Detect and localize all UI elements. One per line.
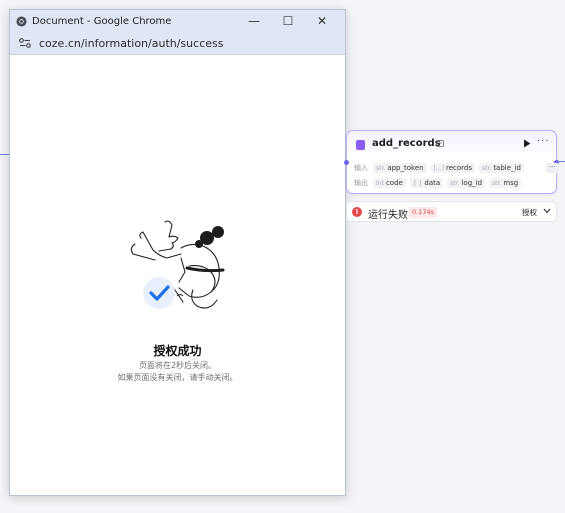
node-more-button[interactable]: ··· bbox=[537, 136, 550, 147]
output-chip: str. log_id bbox=[447, 178, 486, 188]
input-chip: str. app_token bbox=[373, 163, 427, 173]
output-chip: Int code bbox=[373, 178, 406, 188]
table-icon bbox=[356, 140, 365, 150]
input-port[interactable] bbox=[344, 160, 349, 165]
status-text: 运行失败 bbox=[368, 210, 408, 221]
close-button[interactable]: ✕ bbox=[305, 10, 339, 32]
inputs-label: 输入 bbox=[354, 164, 368, 172]
inputs-more-button[interactable]: ··· bbox=[545, 163, 559, 173]
window-title: Document - Google Chrome bbox=[32, 15, 172, 27]
auto-close-message: 页面将在2秒后关闭。 bbox=[138, 361, 217, 370]
chrome-icon bbox=[16, 15, 27, 27]
address-bar[interactable]: coze.cn/information/auth/success bbox=[10, 32, 345, 55]
success-title: 授权成功 bbox=[153, 344, 202, 358]
success-illustration bbox=[130, 220, 225, 309]
url-text[interactable]: coze.cn/information/auth/success bbox=[39, 37, 223, 50]
page-content: 授权成功 页面将在2秒后关闭。 如果页面没有关闭，请手动关闭。 bbox=[10, 55, 345, 495]
authorize-button[interactable]: 授权 bbox=[522, 207, 537, 218]
add-records-node[interactable]: add_records ··· 输入 str. app_token [...] re… bbox=[344, 130, 559, 194]
output-chip: { } data bbox=[409, 178, 444, 188]
edge-right bbox=[559, 161, 565, 162]
site-settings-icon[interactable] bbox=[19, 38, 31, 48]
run-status-bar[interactable]: ! 运行失败 0.174s 授权 bbox=[346, 201, 557, 222]
title-bar: Document - Google Chrome — ☐ ✕ bbox=[10, 10, 345, 32]
error-icon: ! bbox=[352, 207, 362, 217]
run-icon[interactable] bbox=[523, 139, 531, 148]
outputs-label: 输出 bbox=[354, 179, 368, 187]
inputs-row: 输入 str. app_token [...] records str. table_… bbox=[354, 163, 559, 173]
chrome-popup-window: Document - Google Chrome — ☐ ✕ coze.cn/i… bbox=[9, 9, 346, 496]
minimize-button[interactable]: — bbox=[237, 10, 271, 32]
input-chip: [...] records bbox=[430, 163, 475, 173]
output-chip: str. msg bbox=[489, 178, 522, 188]
edge-left bbox=[0, 154, 9, 155]
chevron-down-icon[interactable] bbox=[543, 208, 551, 214]
outputs-row: 输出 Int code { } data str. log_id str. msg bbox=[354, 178, 525, 188]
node-title: add_records bbox=[372, 138, 441, 149]
input-chip: str. table_id bbox=[479, 163, 524, 173]
manual-close-message: 如果页面没有关闭，请手动关闭。 bbox=[117, 373, 238, 382]
duration-badge: 0.174s bbox=[409, 207, 437, 218]
maximize-button[interactable]: ☐ bbox=[271, 10, 305, 32]
tag-icon bbox=[436, 140, 444, 147]
